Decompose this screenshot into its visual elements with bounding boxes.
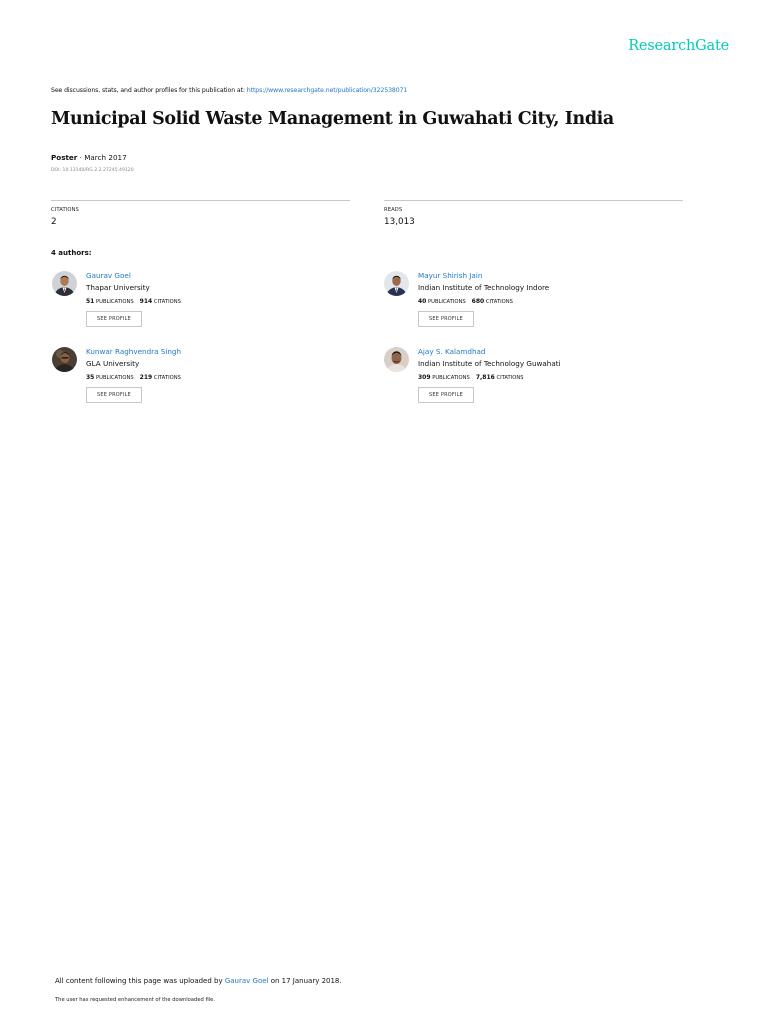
author-card: Mayur Shirish Jain Indian Institute of T… <box>384 271 684 341</box>
author-stats: 51 PUBLICATIONS 914 CITATIONS <box>86 298 181 305</box>
publications-count: 51 <box>86 298 95 305</box>
publication-intro: See discussions, stats, and author profi… <box>51 87 407 94</box>
upload-info: All content following this page was uplo… <box>55 977 342 985</box>
author-name[interactable]: Gaurav Goel <box>86 271 131 280</box>
author-name[interactable]: Mayur Shirish Jain <box>418 271 482 280</box>
reads-stat: READS 13,013 <box>384 200 683 227</box>
citations-count: 219 <box>139 374 153 381</box>
publication-title: Municipal Solid Waste Management in Guwa… <box>51 109 614 129</box>
author-citations-label: CITATIONS <box>153 299 181 305</box>
publications-label: PUBLICATIONS <box>428 299 466 305</box>
citations-count: 914 <box>139 298 153 305</box>
citations-count: 680 <box>471 298 485 305</box>
author-avatar[interactable] <box>52 347 77 372</box>
author-citations-label: CITATIONS <box>485 299 513 305</box>
publications-count: 309 <box>418 374 431 381</box>
author-citations-label: CITATIONS <box>496 375 524 381</box>
see-profile-button[interactable]: SEE PROFILE <box>86 311 142 327</box>
researchgate-logo[interactable]: ResearchGate <box>628 38 729 54</box>
author-institution: Thapar University <box>86 283 150 292</box>
author-card: Kunwar Raghvendra Singh GLA University 3… <box>52 347 352 417</box>
see-profile-button[interactable]: SEE PROFILE <box>418 311 474 327</box>
citations-label: CITATIONS <box>51 207 79 213</box>
author-name[interactable]: Kunwar Raghvendra Singh <box>86 347 181 356</box>
reads-label: READS <box>384 207 403 213</box>
see-profile-button[interactable]: SEE PROFILE <box>86 387 142 403</box>
author-institution: GLA University <box>86 359 140 368</box>
publication-type: Poster <box>51 153 78 162</box>
reads-value: 13,013 <box>384 217 415 227</box>
publication-date: · March 2017 <box>77 153 127 162</box>
intro-text: See discussions, stats, and author profi… <box>51 87 247 94</box>
author-avatar[interactable] <box>384 347 409 372</box>
publications-count: 40 <box>418 298 427 305</box>
author-institution: Indian Institute of Technology Indore <box>418 283 550 292</box>
publications-label: PUBLICATIONS <box>96 299 134 305</box>
citations-count: 7,816 <box>475 374 495 381</box>
publication-link[interactable]: https://www.researchgate.net/publication… <box>247 87 408 94</box>
enhancement-note: The user has requested enhancement of th… <box>55 997 216 1003</box>
citations-value: 2 <box>51 217 57 227</box>
author-stats: 309 PUBLICATIONS 7,816 CITATIONS <box>418 374 524 381</box>
author-card: Gaurav Goel Thapar University 51 PUBLICA… <box>52 271 352 341</box>
author-stats: 35 PUBLICATIONS 219 CITATIONS <box>86 374 181 381</box>
author-institution: Indian Institute of Technology Guwahati <box>418 359 561 368</box>
publication-doi: DOI: 10.13140/RG.2.2.27245.49120 <box>51 168 134 173</box>
author-avatar[interactable] <box>52 271 77 296</box>
see-profile-button[interactable]: SEE PROFILE <box>418 387 474 403</box>
author-name[interactable]: Ajay S. Kalamdhad <box>418 347 485 356</box>
upload-prefix: All content following this page was uplo… <box>55 977 225 985</box>
author-avatar[interactable] <box>384 271 409 296</box>
publications-label: PUBLICATIONS <box>432 375 470 381</box>
publications-count: 35 <box>86 374 95 381</box>
authors-heading: 4 authors: <box>51 249 92 257</box>
author-stats: 40 PUBLICATIONS 680 CITATIONS <box>418 298 513 305</box>
author-card: Ajay S. Kalamdhad Indian Institute of Te… <box>384 347 684 417</box>
author-citations-label: CITATIONS <box>153 375 181 381</box>
uploader-link[interactable]: Gaurav Goel <box>225 977 269 985</box>
publication-meta: Poster · March 2017 <box>51 153 127 162</box>
upload-suffix: on 17 January 2018. <box>268 977 342 985</box>
publications-label: PUBLICATIONS <box>96 375 134 381</box>
citations-stat: CITATIONS 2 <box>51 200 350 227</box>
